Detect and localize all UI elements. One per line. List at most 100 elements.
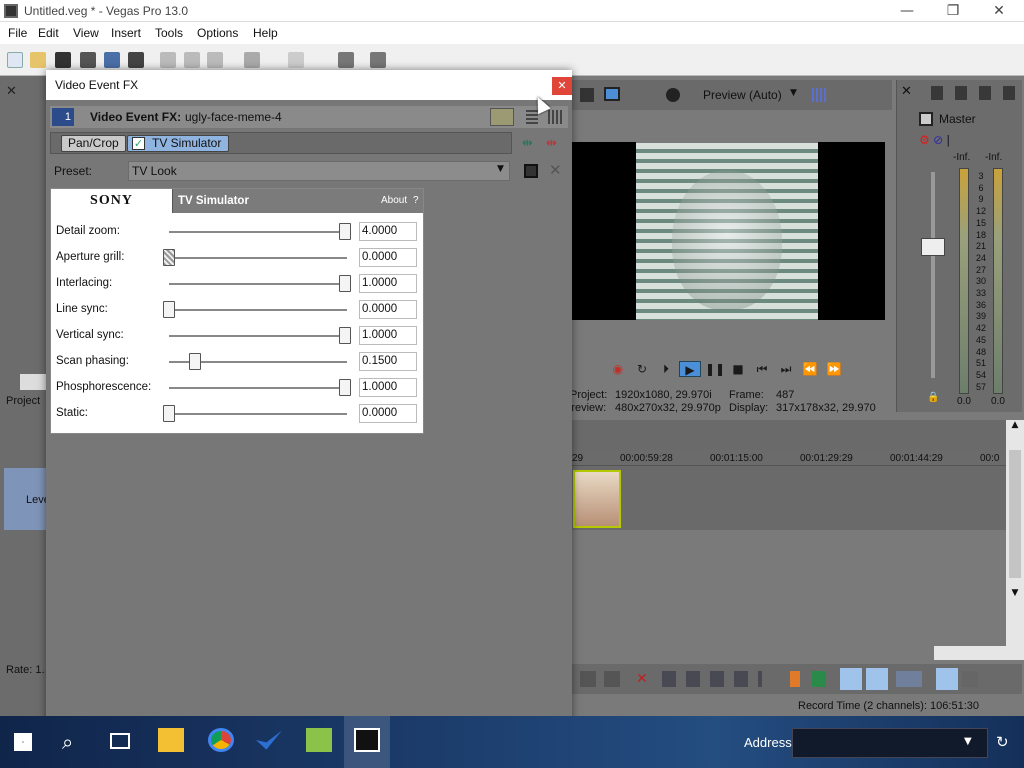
ignore-grouping-icon[interactable]: [936, 668, 958, 690]
next-frame-icon[interactable]: ⏩: [825, 361, 843, 377]
menu-view[interactable]: View: [73, 26, 99, 40]
windows-start-icon[interactable]: [14, 733, 32, 751]
normal-edit-tool-icon[interactable]: [580, 671, 596, 687]
vegas-taskbar-icon[interactable]: [354, 728, 380, 752]
edit-tools-icons[interactable]: [662, 671, 762, 687]
record-icon[interactable]: ◉: [609, 361, 627, 377]
stop-icon[interactable]: ■: [729, 361, 747, 377]
address-input[interactable]: [792, 728, 988, 758]
parameter-slider-thumb[interactable]: [163, 405, 175, 422]
parameter-value-field[interactable]: 0.0000: [359, 300, 417, 319]
chrome-icon[interactable]: [208, 728, 234, 752]
file-explorer-icon[interactable]: [158, 728, 184, 752]
parameter-value-field[interactable]: 0.0000: [359, 248, 417, 267]
snapping-icon[interactable]: [896, 671, 922, 687]
group-icon[interactable]: [962, 671, 978, 687]
redo-icon[interactable]: [288, 52, 304, 68]
chevron-up-icon[interactable]: ▲: [1008, 420, 1022, 436]
master-fader-handle[interactable]: [921, 238, 945, 256]
parameter-value-field[interactable]: 4.0000: [359, 222, 417, 241]
parameter-slider-track[interactable]: [169, 335, 347, 337]
chevron-down-icon[interactable]: ▼: [1008, 588, 1022, 604]
previous-frame-icon[interactable]: ⏪: [801, 361, 819, 377]
parameter-slider-thumb[interactable]: [339, 327, 351, 344]
properties-icon[interactable]: [128, 52, 144, 68]
go-to-end-icon[interactable]: ⏭: [777, 361, 795, 377]
track-header[interactable]: Leve: [4, 468, 50, 530]
menu-file[interactable]: File: [8, 26, 27, 40]
video-track[interactable]: [572, 466, 1008, 530]
search-icon[interactable]: ⌕: [62, 730, 73, 754]
region-icon[interactable]: [812, 671, 826, 687]
parameter-slider-track[interactable]: [169, 283, 347, 285]
fx-title-bar[interactable]: Video Event FX: [46, 70, 572, 100]
render-icon[interactable]: [104, 52, 120, 68]
scrollbar-thumb[interactable]: [1009, 450, 1021, 578]
menu-help[interactable]: Help: [253, 26, 278, 40]
delete-preset-icon[interactable]: ✕: [549, 161, 562, 179]
about-link[interactable]: About: [381, 195, 407, 206]
menu-options[interactable]: Options: [197, 26, 238, 40]
close-button[interactable]: ✕: [976, 0, 1022, 22]
parameter-value-field[interactable]: 0.1500: [359, 352, 417, 371]
external-monitor-icon[interactable]: [604, 87, 620, 101]
delete-icon[interactable]: ✕: [636, 671, 648, 687]
play-icon[interactable]: ▶: [679, 361, 701, 377]
timeline-vertical-scrollbar[interactable]: ▲ ▼: [1006, 420, 1024, 660]
parameter-slider-thumb[interactable]: [163, 301, 175, 318]
parameter-slider-track[interactable]: [169, 231, 347, 233]
parameter-value-field[interactable]: 1.0000: [359, 378, 417, 397]
enable-checkbox[interactable]: ✓: [132, 137, 145, 150]
split-screen-icon[interactable]: [666, 88, 680, 102]
parameter-slider-track[interactable]: [169, 413, 347, 415]
menu-insert[interactable]: Insert: [111, 26, 141, 40]
lock-envelopes-icon[interactable]: [866, 668, 888, 690]
grid-view-icon[interactable]: [548, 110, 562, 124]
parameter-slider-track[interactable]: [169, 309, 347, 311]
scroll-thumb[interactable]: [20, 374, 46, 390]
lock-icon[interactable]: 🔒: [927, 392, 939, 403]
parameter-slider-thumb[interactable]: [189, 353, 202, 370]
preset-select[interactable]: TV Look ▼: [128, 161, 510, 181]
close-icon[interactable]: ✕: [6, 84, 20, 99]
preview-quality-select[interactable]: Preview (Auto): [703, 88, 782, 102]
parameter-slider-thumb[interactable]: [339, 223, 351, 240]
fx-close-button[interactable]: ✕: [552, 77, 572, 95]
loop-playback-icon[interactable]: ↻: [633, 361, 651, 377]
video-event-clip[interactable]: [573, 470, 621, 528]
parameter-value-field[interactable]: 1.0000: [359, 274, 417, 293]
overlays-icon[interactable]: [812, 88, 828, 102]
save-preset-icon[interactable]: [524, 164, 538, 178]
parameter-slider-track[interactable]: [169, 387, 347, 389]
auto-ripple-icon[interactable]: [840, 668, 862, 690]
help-pointer-icon[interactable]: [370, 52, 386, 68]
chain-pancrop-button[interactable]: Pan/Crop: [61, 135, 126, 152]
copy-icon[interactable]: [184, 52, 200, 68]
parameter-slider-thumb[interactable]: [339, 275, 351, 292]
chevron-down-icon[interactable]: ▼: [964, 736, 972, 747]
close-icon[interactable]: ✕: [901, 84, 912, 99]
chevron-down-icon[interactable]: ▼: [790, 88, 797, 98]
new-icon[interactable]: [7, 52, 23, 68]
parameter-slider-thumb[interactable]: [163, 249, 175, 266]
preview-settings-icon[interactable]: [580, 88, 594, 102]
paste-icon[interactable]: [207, 52, 223, 68]
menu-edit[interactable]: Edit: [38, 26, 59, 40]
zoom-controls[interactable]: [934, 646, 1024, 660]
minimize-button[interactable]: —: [884, 0, 930, 22]
master-fx-icons[interactable]: ⚙ ⊘ ǀ: [919, 133, 991, 147]
save-as-icon[interactable]: [80, 52, 96, 68]
go-to-start-icon[interactable]: ⏮: [753, 361, 771, 377]
cut-icon[interactable]: [160, 52, 176, 68]
open-folder-icon[interactable]: [30, 52, 46, 68]
menu-tools[interactable]: Tools: [155, 26, 183, 40]
pause-icon[interactable]: ❚❚: [705, 361, 725, 377]
help-icon[interactable]: ?: [413, 195, 419, 206]
enable-snapping-icon[interactable]: [338, 52, 354, 68]
play-from-start-icon[interactable]: ⏵: [657, 361, 675, 377]
master-toolbar-icons[interactable]: [931, 86, 1021, 100]
app-icon[interactable]: [306, 728, 332, 752]
project-media-tab[interactable]: Project: [6, 395, 40, 407]
task-view-icon[interactable]: [110, 733, 130, 749]
parameter-value-field[interactable]: 0.0000: [359, 404, 417, 423]
